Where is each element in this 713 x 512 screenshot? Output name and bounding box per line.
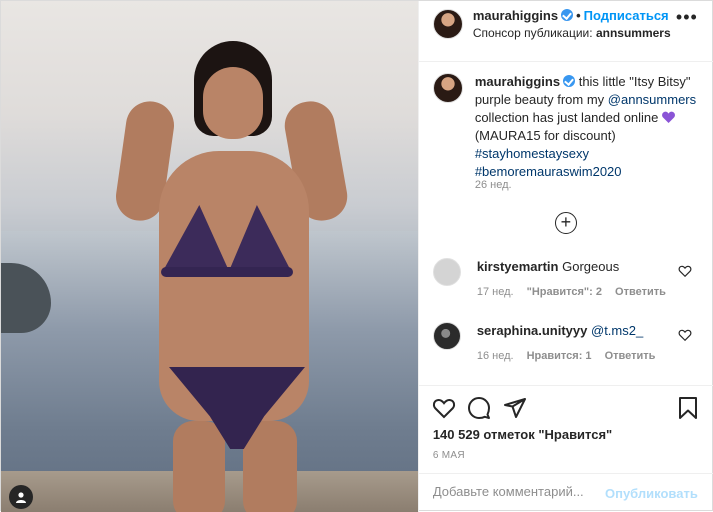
reply-button[interactable]: Ответить: [615, 286, 666, 298]
post-header: maurahiggins • Подписаться Спонсор публика…: [418, 1, 713, 62]
post-side-panel: maurahiggins • Подписаться Спонсор публика…: [417, 1, 713, 512]
author-username[interactable]: maurahiggins: [473, 8, 558, 23]
verified-badge-icon: [563, 75, 576, 87]
more-options-icon[interactable]: •••: [676, 7, 698, 28]
comment-input[interactable]: [432, 484, 613, 499]
commenter-avatar[interactable]: [432, 322, 461, 350]
post-date[interactable]: 6 МАЯ: [433, 450, 465, 461]
comment-mention[interactable]: @t.ms2_: [591, 323, 643, 338]
comment-likes[interactable]: Нравится: 1: [527, 350, 592, 362]
caption-mention[interactable]: @annsummers: [608, 92, 696, 107]
comment-bubble-icon[interactable]: [467, 396, 491, 420]
comment-time[interactable]: 16 нед.: [477, 350, 514, 362]
likes-count[interactable]: 140 529 отметок "Нравится": [433, 427, 612, 442]
hashtag-link[interactable]: #stayhomestaysexy: [475, 146, 589, 161]
sponsor-link[interactable]: annsummers: [596, 26, 671, 40]
commenter-username[interactable]: kirstyemartin: [477, 259, 559, 274]
instagram-post: maurahiggins • Подписаться Спонсор публика…: [0, 0, 713, 512]
post-photo[interactable]: [1, 1, 418, 512]
verified-badge-icon: [561, 9, 574, 21]
publish-button[interactable]: Опубликовать: [605, 486, 698, 501]
plus-icon: +: [560, 212, 572, 232]
sponsored-line: Спонсор публикации: annsummers: [473, 26, 671, 40]
hashtag-link[interactable]: #bemoremauraswim2020: [475, 164, 622, 179]
save-bookmark-icon[interactable]: [676, 396, 700, 420]
add-comment-bar: Опубликовать: [418, 473, 713, 512]
share-paper-plane-icon[interactable]: [503, 396, 527, 420]
caption-text-3: (MAURA15 for discount): [474, 128, 616, 143]
comment-text: Gorgeous: [562, 259, 620, 274]
load-more-comments-button[interactable]: +: [554, 212, 577, 234]
dot-separator: •: [576, 8, 581, 23]
user-tag-icon[interactable]: [9, 485, 33, 509]
follow-button[interactable]: Подписаться: [584, 8, 669, 23]
purple-heart-emoji-icon: [662, 111, 675, 123]
caption-text-2: collection has just landed online: [474, 110, 659, 125]
commenter-username[interactable]: seraphina.unityyy: [477, 323, 588, 338]
comment-likes[interactable]: "Нравится": 2: [527, 286, 602, 298]
comment-item: kirstyemartin Gorgeous 17 нед. "Нравится…: [419, 258, 713, 308]
model-figure: [112, 39, 352, 512]
commenter-avatar[interactable]: [432, 258, 461, 286]
like-comment-heart-icon[interactable]: [678, 264, 692, 278]
author-avatar[interactable]: [432, 9, 463, 39]
caption-timestamp[interactable]: 26 нед.: [475, 179, 512, 191]
caption-avatar[interactable]: [432, 73, 463, 103]
comment-time[interactable]: 17 нед.: [477, 286, 514, 298]
caption-username[interactable]: maurahiggins: [475, 74, 560, 89]
like-heart-icon[interactable]: [432, 396, 456, 420]
reply-button[interactable]: Ответить: [605, 350, 656, 362]
like-comment-heart-icon[interactable]: [678, 328, 692, 342]
sponsor-prefix: Спонсор публикации:: [472, 26, 593, 40]
comment-item: seraphina.unityyy @t.ms2_ 16 нед. Нравит…: [419, 322, 713, 372]
